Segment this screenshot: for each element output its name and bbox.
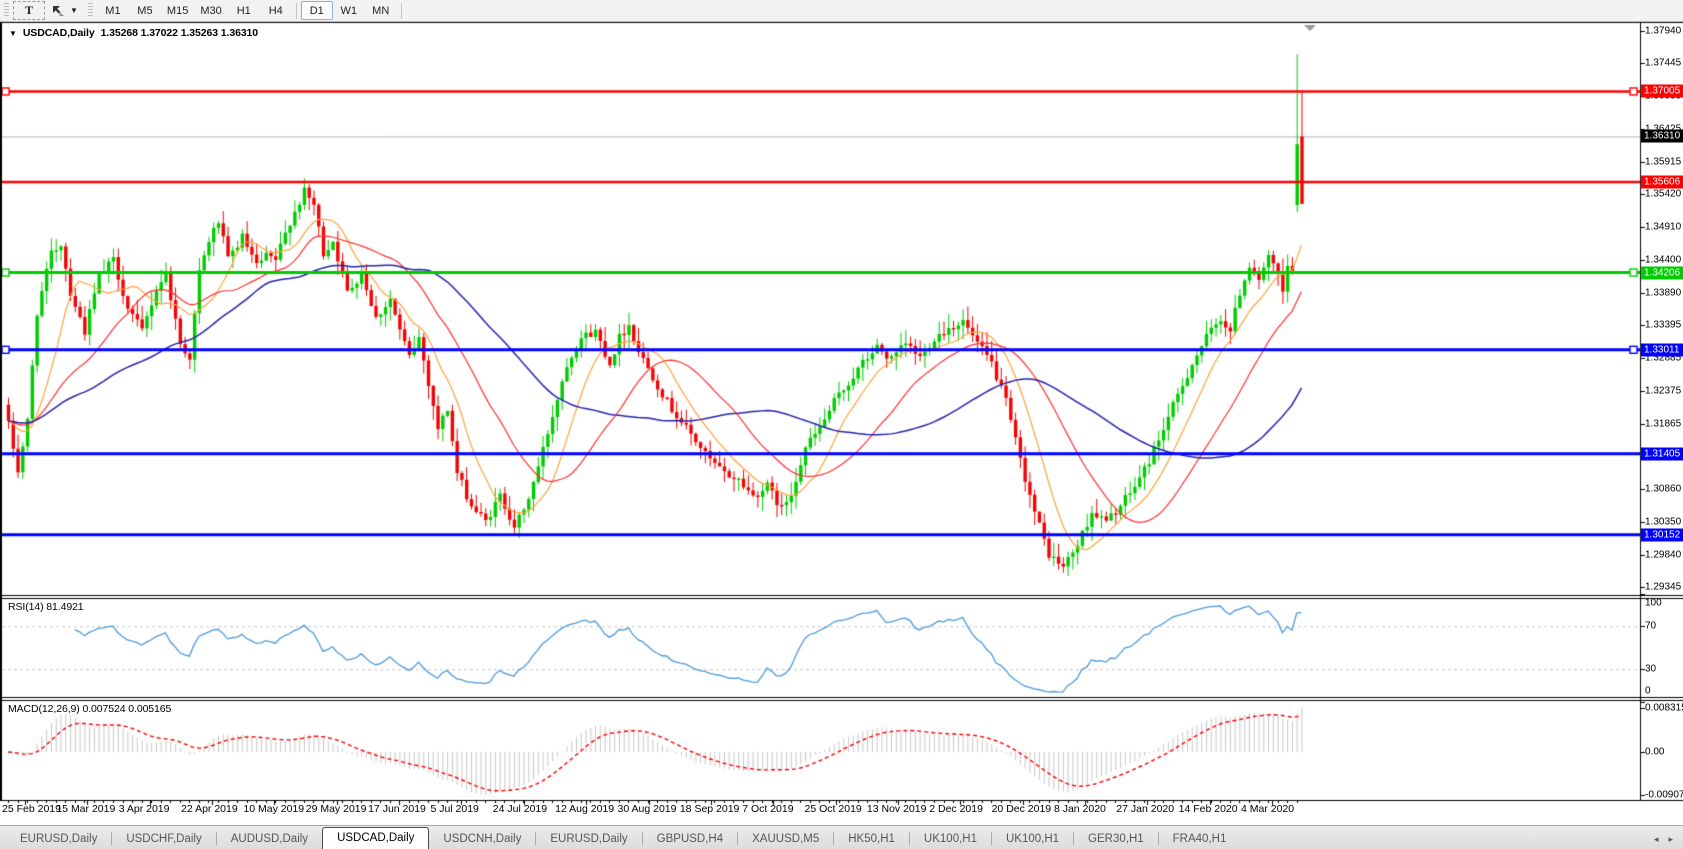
symbol-tabs: EURUSD,DailyUSDCHF,DailyAUDUSD,DailyUSDC… <box>0 826 1654 849</box>
chart-tab-ger30-h1[interactable]: GER30,H1 <box>1074 830 1158 849</box>
chart-tab-hk50-h1[interactable]: HK50,H1 <box>834 830 909 849</box>
chart-tab-eurusd-daily[interactable]: EURUSD,Daily <box>536 830 641 849</box>
price-chart-canvas[interactable] <box>0 0 1683 849</box>
chart-tab-gbpusd-h4[interactable]: GBPUSD,H4 <box>643 830 737 849</box>
tab-scroll-right-icon[interactable]: ▸ <box>1668 834 1673 845</box>
chart-tab-xauusd-m5[interactable]: XAUUSD,M5 <box>738 830 833 849</box>
symbol-tab-bar: EURUSD,DailyUSDCHF,DailyAUDUSD,DailyUSDC… <box>0 825 1683 849</box>
chart-tab-usdcnh-daily[interactable]: USDCNH,Daily <box>429 830 535 849</box>
chart-tab-fra40-h1[interactable]: FRA40,H1 <box>1159 830 1241 849</box>
tab-scroll-controls: ◂ ▸ <box>1654 834 1683 849</box>
chart-tab-audusd-daily[interactable]: AUDUSD,Daily <box>217 830 322 849</box>
chart-tab-usdchf-daily[interactable]: USDCHF,Daily <box>112 830 215 849</box>
chart-tab-uk100-h1[interactable]: UK100,H1 <box>910 830 991 849</box>
trading-terminal: { "toolbar": { "text_tool_label": "T", "… <box>0 0 1683 849</box>
chart-tab-eurusd-daily[interactable]: EURUSD,Daily <box>6 830 111 849</box>
chart-tab-usdcad-daily[interactable]: USDCAD,Daily <box>322 827 429 849</box>
tab-scroll-left-icon[interactable]: ◂ <box>1654 834 1659 845</box>
chart-tab-uk100-h1[interactable]: UK100,H1 <box>992 830 1073 849</box>
